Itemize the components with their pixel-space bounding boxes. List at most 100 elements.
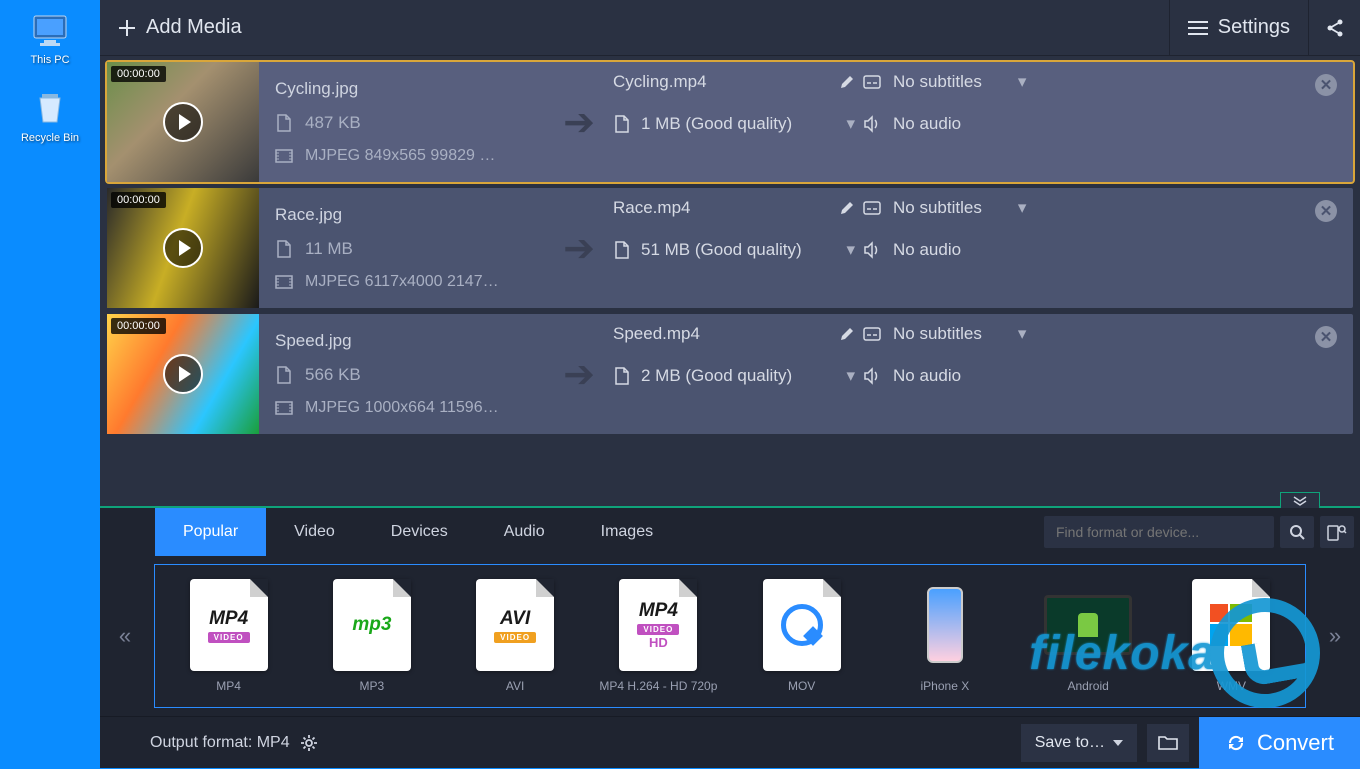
save-to-button[interactable]: Save to… bbox=[1021, 724, 1137, 762]
dest-size: 51 MB (Good quality) bbox=[641, 240, 802, 260]
add-media-label: Add Media bbox=[146, 16, 242, 39]
format-search bbox=[1044, 516, 1274, 548]
format-label: MP3 bbox=[360, 679, 385, 693]
edit-dest-button[interactable] bbox=[839, 74, 855, 90]
scroll-left-button[interactable]: « bbox=[100, 623, 150, 649]
app-window: Add Media Settings 00:00:00 Cycling.jpg … bbox=[100, 0, 1360, 768]
remove-file-button[interactable]: ✕ bbox=[1315, 326, 1337, 348]
subtitles-dropdown[interactable]: ▾ bbox=[1018, 324, 1027, 344]
source-spec: MJPEG 6117x4000 2147… bbox=[305, 273, 499, 291]
file-row[interactable]: 00:00:00 Cycling.jpg 487 KB MJPEG 849x56… bbox=[107, 62, 1353, 182]
share-icon bbox=[1325, 18, 1345, 38]
arrow-icon: ➔ bbox=[563, 352, 595, 397]
file-icon bbox=[275, 114, 293, 132]
add-media-button[interactable]: Add Media bbox=[100, 0, 260, 55]
format-tile[interactable]: MOV bbox=[736, 573, 867, 699]
format-tile[interactable]: Android bbox=[1023, 573, 1154, 699]
source-size: 566 KB bbox=[305, 365, 361, 385]
file-thumbnail[interactable]: 00:00:00 bbox=[107, 314, 259, 434]
detect-device-button[interactable] bbox=[1320, 516, 1354, 548]
desktop-icon-label: Recycle Bin bbox=[21, 132, 79, 144]
desktop-icon-recycle-bin[interactable]: Recycle Bin bbox=[21, 86, 79, 144]
subtitles-value: No subtitles bbox=[893, 324, 982, 344]
file-icon bbox=[275, 366, 293, 384]
device-detect-icon bbox=[1327, 523, 1347, 541]
format-label: MP4 bbox=[216, 679, 241, 693]
source-size: 487 KB bbox=[305, 113, 361, 133]
search-button[interactable] bbox=[1280, 516, 1314, 548]
edit-dest-button[interactable] bbox=[839, 200, 855, 216]
size-dropdown[interactable]: ▾ bbox=[846, 240, 855, 260]
save-to-label: Save to… bbox=[1035, 734, 1105, 752]
format-search-input[interactable] bbox=[1044, 524, 1274, 540]
size-dropdown[interactable]: ▾ bbox=[846, 366, 855, 386]
settings-label: Settings bbox=[1218, 16, 1290, 39]
format-tile[interactable]: mp3MP3 bbox=[306, 573, 437, 699]
source-size: 11 MB bbox=[305, 239, 353, 259]
dest-filename: Race.mp4 bbox=[613, 198, 690, 218]
format-label: MOV bbox=[788, 679, 815, 693]
tab-images[interactable]: Images bbox=[573, 508, 681, 556]
remove-file-button[interactable]: ✕ bbox=[1315, 74, 1337, 96]
source-spec: MJPEG 849x565 99829 … bbox=[305, 147, 495, 165]
recycle-icon bbox=[28, 86, 72, 130]
format-tile[interactable]: iPhone X bbox=[879, 573, 1010, 699]
desktop-icon-label: This PC bbox=[30, 54, 69, 66]
scroll-right-button[interactable]: » bbox=[1310, 623, 1360, 649]
source-spec: MJPEG 1000x664 11596… bbox=[305, 399, 499, 417]
collapse-panel-button[interactable] bbox=[1280, 492, 1320, 508]
share-button[interactable] bbox=[1308, 0, 1360, 55]
bottom-bar: Output format: MP4 Save to… Convert bbox=[100, 716, 1360, 768]
file-timestamp: 00:00:00 bbox=[111, 318, 166, 334]
subtitles-dropdown[interactable]: ▾ bbox=[1018, 72, 1027, 92]
file-icon bbox=[613, 367, 631, 385]
arrow-icon: ➔ bbox=[563, 100, 595, 145]
file-row[interactable]: 00:00:00 Race.jpg 11 MB MJPEG 6117x4000 … bbox=[107, 188, 1353, 308]
source-filename: Race.jpg bbox=[275, 205, 539, 225]
file-thumbnail[interactable]: 00:00:00 bbox=[107, 188, 259, 308]
size-dropdown[interactable]: ▾ bbox=[846, 114, 855, 134]
format-tile[interactable]: AVIVIDEOAVI bbox=[450, 573, 581, 699]
file-list: 00:00:00 Cycling.jpg 487 KB MJPEG 849x56… bbox=[100, 56, 1360, 480]
dest-filename: Cycling.mp4 bbox=[613, 72, 707, 92]
file-row[interactable]: 00:00:00 Speed.jpg 566 KB MJPEG 1000x664… bbox=[107, 314, 1353, 434]
edit-dest-button[interactable] bbox=[839, 326, 855, 342]
tab-video[interactable]: Video bbox=[266, 508, 363, 556]
tab-devices[interactable]: Devices bbox=[363, 508, 476, 556]
topbar: Add Media Settings bbox=[100, 0, 1360, 56]
format-tile[interactable]: MP4VIDEOMP4 bbox=[163, 573, 294, 699]
hamburger-icon bbox=[1188, 20, 1208, 36]
file-timestamp: 00:00:00 bbox=[111, 66, 166, 82]
file-thumbnail[interactable]: 00:00:00 bbox=[107, 62, 259, 182]
play-icon bbox=[163, 354, 203, 394]
format-tile[interactable]: MP4VIDEOHDMP4 H.264 - HD 720p bbox=[593, 573, 724, 699]
subtitle-icon bbox=[863, 199, 881, 217]
tab-popular[interactable]: Popular bbox=[155, 508, 266, 556]
gear-icon bbox=[300, 734, 318, 752]
formats-carousel: « MP4VIDEOMP4mp3MP3AVIVIDEOAVIMP4VIDEOHD… bbox=[100, 556, 1360, 716]
remove-file-button[interactable]: ✕ bbox=[1315, 200, 1337, 222]
format-label: WMV bbox=[1217, 679, 1246, 693]
open-folder-button[interactable] bbox=[1147, 724, 1189, 762]
convert-button[interactable]: Convert bbox=[1199, 717, 1360, 769]
audio-icon bbox=[863, 115, 881, 133]
file-icon bbox=[613, 241, 631, 259]
pencil-icon bbox=[839, 326, 855, 342]
dest-size: 1 MB (Good quality) bbox=[641, 114, 792, 134]
pencil-icon bbox=[839, 74, 855, 90]
format-tile[interactable]: WMV bbox=[1166, 573, 1297, 699]
tab-audio[interactable]: Audio bbox=[476, 508, 573, 556]
file-icon bbox=[613, 115, 631, 133]
audio-value: No audio bbox=[893, 240, 961, 260]
subtitle-icon bbox=[863, 325, 881, 343]
subtitles-dropdown[interactable]: ▾ bbox=[1018, 198, 1027, 218]
subtitles-value: No subtitles bbox=[893, 72, 982, 92]
settings-button[interactable]: Settings bbox=[1169, 0, 1308, 55]
video-spec-icon bbox=[275, 273, 293, 291]
subtitles-value: No subtitles bbox=[893, 198, 982, 218]
format-tabs: Popular Video Devices Audio Images bbox=[100, 508, 1360, 556]
audio-value: No audio bbox=[893, 366, 961, 386]
output-settings-button[interactable] bbox=[300, 734, 318, 752]
desktop-icon-this-pc[interactable]: This PC bbox=[28, 8, 72, 66]
search-icon bbox=[1289, 524, 1305, 540]
